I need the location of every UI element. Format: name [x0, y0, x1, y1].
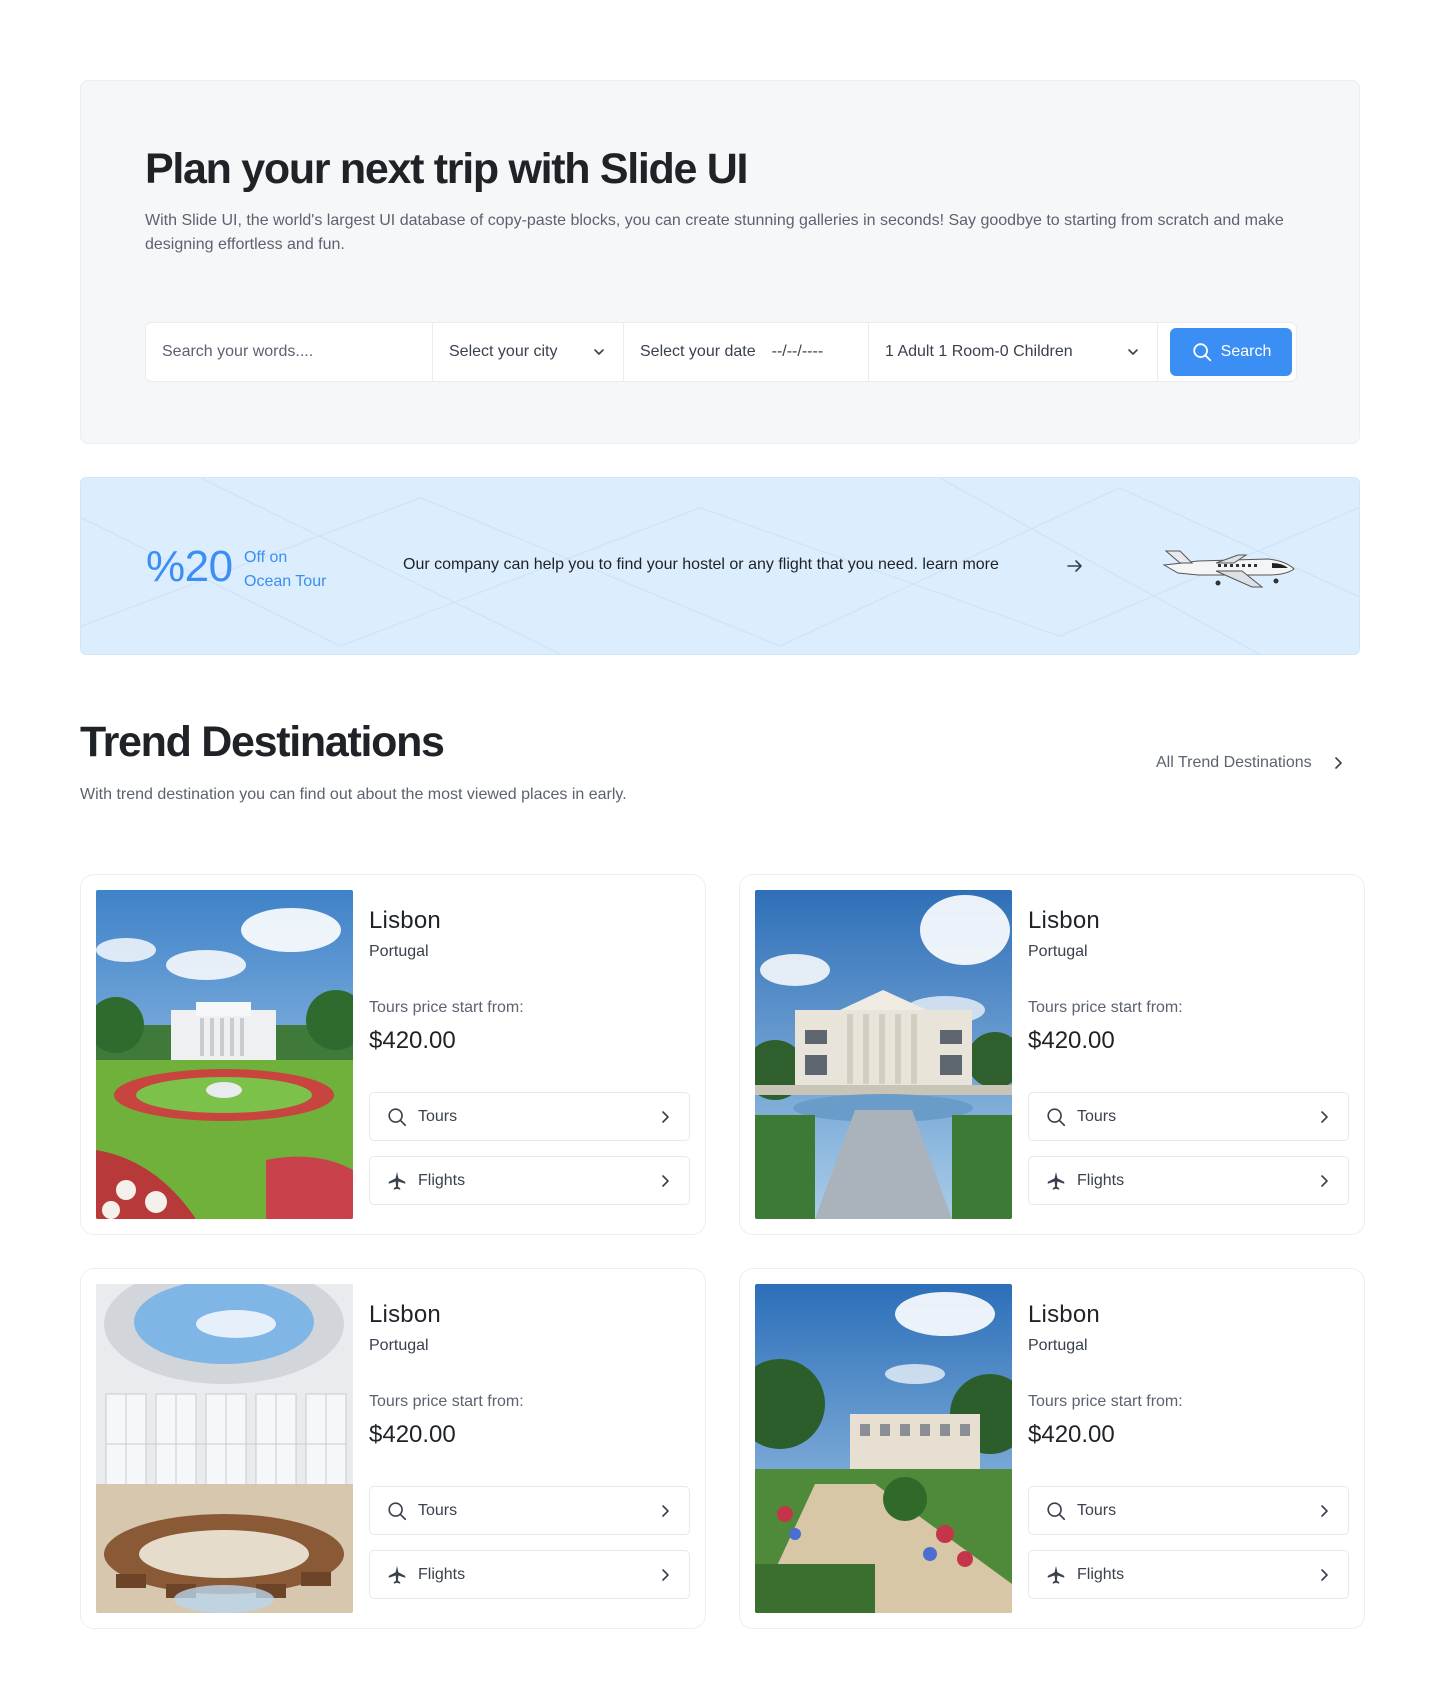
tours-button[interactable]: Tours: [1028, 1486, 1349, 1535]
destination-country: Portugal: [369, 943, 429, 960]
destination-image: [755, 890, 1012, 1219]
guests-select[interactable]: 1 Adult 1 Room-0 Children: [869, 323, 1158, 381]
date-input-value: --/--/----: [771, 343, 824, 360]
price-label: Tours price start from:: [1028, 999, 1183, 1016]
city-select[interactable]: Select your city: [433, 323, 624, 381]
destination-card: Lisbon Portugal Tours price start from: …: [80, 1268, 706, 1629]
tours-button-label: Tours: [1077, 1501, 1117, 1519]
chevron-right-icon: [1334, 757, 1342, 769]
flights-button-label: Flights: [418, 1171, 466, 1189]
chevron-right-icon: [1321, 1504, 1328, 1517]
search-words-input[interactable]: Search your words....: [146, 323, 433, 381]
chevron-right-icon: [662, 1568, 669, 1581]
all-trend-destinations-label: All Trend Destinations: [1156, 754, 1312, 771]
destination-image: [96, 1284, 353, 1613]
tours-button-label: Tours: [1077, 1107, 1117, 1125]
all-trend-destinations-link[interactable]: All Trend Destinations: [1156, 754, 1346, 772]
promo-offer-line1: Off on: [244, 549, 288, 566]
price-value: $420.00: [1028, 1027, 1115, 1054]
tours-button[interactable]: Tours: [1028, 1092, 1349, 1141]
hero-section: Plan your next trip with Slide UI With S…: [80, 80, 1360, 444]
search-icon: [1192, 343, 1211, 362]
hero-subtitle: With Slide UI, the world's largest UI da…: [145, 212, 1284, 253]
search-icon: [388, 1501, 407, 1520]
plane-icon: [1047, 1565, 1065, 1584]
trend-subtitle: With trend destination you can find out …: [80, 786, 627, 803]
flights-button[interactable]: Flights: [1028, 1550, 1349, 1599]
date-input-label: Select your date: [640, 343, 756, 360]
arrow-right-icon[interactable]: [1065, 556, 1085, 576]
search-icon: [388, 1107, 407, 1126]
promo-percent: %20: [146, 542, 233, 591]
flights-button[interactable]: Flights: [369, 1550, 690, 1599]
plane-icon: [388, 1565, 406, 1584]
city-select-label: Select your city: [449, 343, 558, 360]
search-icon: [1047, 1501, 1066, 1520]
trend-title: Trend Destinations: [80, 718, 445, 766]
date-input[interactable]: Select your date --/--/----: [624, 323, 869, 381]
destination-country: Portugal: [1028, 1337, 1088, 1354]
flights-button-label: Flights: [1077, 1171, 1125, 1189]
flights-button-label: Flights: [418, 1565, 466, 1583]
price-value: $420.00: [369, 1421, 456, 1448]
destination-city: Lisbon: [369, 1301, 441, 1328]
chevron-right-icon: [662, 1504, 669, 1517]
price-label: Tours price start from:: [369, 1393, 524, 1410]
guests-select-label: 1 Adult 1 Room-0 Children: [885, 343, 1073, 360]
tours-button[interactable]: Tours: [369, 1092, 690, 1141]
promo-learn-more-link[interactable]: Our company can help you to find your ho…: [403, 556, 999, 574]
destination-country: Portugal: [369, 1337, 429, 1354]
destination-city: Lisbon: [1028, 907, 1100, 934]
flights-button[interactable]: Flights: [369, 1156, 690, 1205]
promo-banner: %20 Off on Ocean Tour Our company can he…: [80, 477, 1360, 655]
tours-button-label: Tours: [418, 1501, 458, 1519]
flights-button[interactable]: Flights: [1028, 1156, 1349, 1205]
price-label: Tours price start from:: [1028, 1393, 1183, 1410]
chevron-right-icon: [1321, 1174, 1328, 1187]
price-label: Tours price start from:: [369, 999, 524, 1016]
price-value: $420.00: [369, 1027, 456, 1054]
destination-image: [96, 890, 353, 1219]
tours-button-label: Tours: [418, 1107, 458, 1125]
plane-icon: [388, 1171, 406, 1190]
chevron-right-icon: [662, 1174, 669, 1187]
chevron-right-icon: [1321, 1568, 1328, 1581]
promo-offer-line2: Ocean Tour: [244, 573, 327, 590]
search-words-placeholder: Search your words....: [162, 343, 314, 360]
destination-image: [755, 1284, 1012, 1613]
destination-country: Portugal: [1028, 943, 1088, 960]
chevron-down-icon: [594, 349, 604, 355]
chevron-right-icon: [1321, 1110, 1328, 1123]
destination-city: Lisbon: [369, 907, 441, 934]
search-button[interactable]: Search: [1170, 328, 1292, 376]
plane-icon: [1047, 1171, 1065, 1190]
flights-button-label: Flights: [1077, 1565, 1125, 1583]
promo-offer: Off on Ocean Tour: [244, 546, 326, 594]
destination-card: Lisbon Portugal Tours price start from: …: [739, 1268, 1365, 1629]
search-button-label: Search: [1220, 343, 1272, 360]
chevron-right-icon: [662, 1110, 669, 1123]
price-value: $420.00: [1028, 1421, 1115, 1448]
search-icon: [1047, 1107, 1066, 1126]
destination-card: Lisbon Portugal Tours price start from: …: [80, 874, 706, 1235]
tours-button[interactable]: Tours: [369, 1486, 690, 1535]
destination-city: Lisbon: [1028, 1301, 1100, 1328]
chevron-down-icon: [1128, 349, 1138, 355]
plane-icon: [1162, 550, 1295, 588]
hero-title: Plan your next trip with Slide UI: [145, 145, 748, 193]
destination-card: Lisbon Portugal Tours price start from: …: [739, 874, 1365, 1235]
search-bar: Search your words.... Select your city S…: [145, 322, 1297, 382]
